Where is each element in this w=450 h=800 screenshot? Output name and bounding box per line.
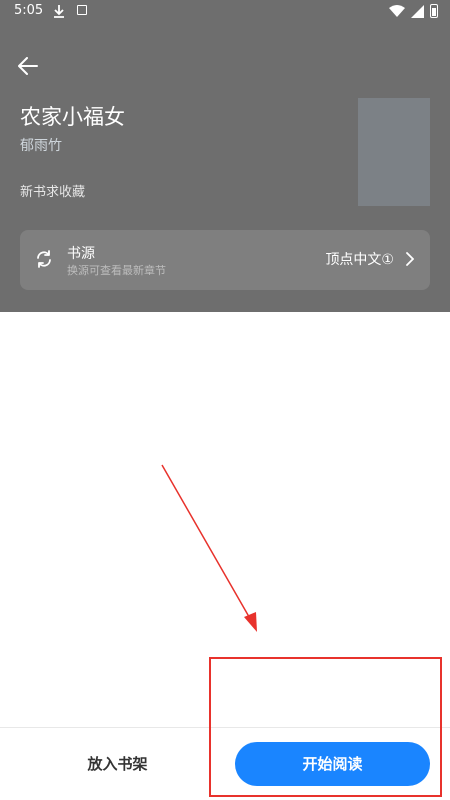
notification-icon xyxy=(77,5,87,15)
chevron-right-icon xyxy=(406,252,414,266)
status-time: 5:05 xyxy=(14,3,44,18)
book-cover xyxy=(358,98,430,206)
battery-icon xyxy=(430,4,438,18)
signal-icon xyxy=(411,4,424,18)
source-label: 书源 xyxy=(67,246,95,262)
source-value: 顶点中文① xyxy=(325,252,394,268)
switch-source-icon xyxy=(37,250,51,268)
wifi-icon xyxy=(389,5,405,17)
source-selector[interactable]: 书源 换源可查看最新章节 顶点中文① xyxy=(20,230,430,290)
book-tag: 新书求收藏 xyxy=(20,185,86,200)
book-title: 农家小福女 xyxy=(20,105,125,129)
add-to-shelf-button[interactable]: 放入书架 xyxy=(50,744,185,784)
book-author[interactable]: 郁雨竹 xyxy=(20,135,62,155)
back-arrow-icon[interactable] xyxy=(18,57,38,75)
download-icon xyxy=(54,5,64,18)
annotation-highlight-box xyxy=(209,657,442,797)
status-bar: 5:05 xyxy=(0,0,450,24)
source-hint: 换源可查看最新章节 xyxy=(67,264,166,277)
book-header: 农家小福女 郁雨竹 新书求收藏 书源 换源可查看最新章节 顶点中文① xyxy=(0,24,450,312)
